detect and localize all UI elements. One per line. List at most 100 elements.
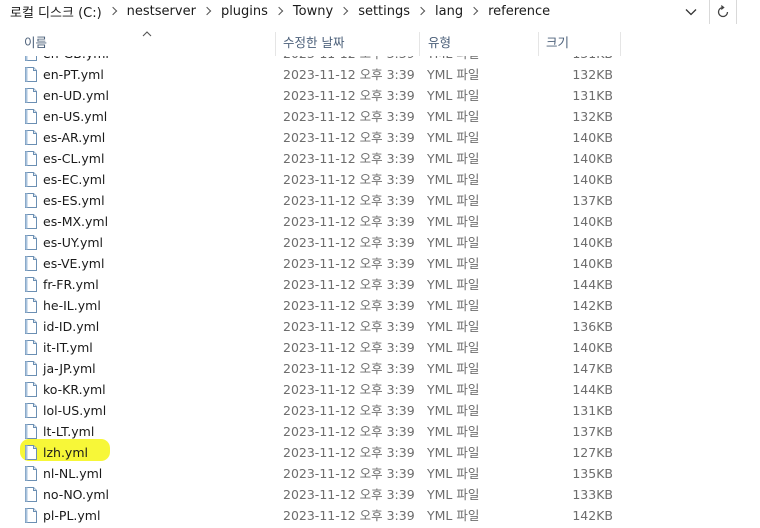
file-row[interactable]: en-UD.yml 2023-11-12 오후 3:39 YML 파일 131KB xyxy=(0,85,760,106)
document-icon xyxy=(24,67,38,82)
file-date-modified: 2023-11-12 오후 3:39 xyxy=(283,361,415,376)
document-icon xyxy=(24,298,38,313)
file-date-modified: 2023-11-12 오후 3:39 xyxy=(283,88,415,103)
file-name: en-PT.yml xyxy=(43,67,104,82)
breadcrumb-chevron-icon[interactable] xyxy=(417,6,427,16)
breadcrumb-chevron-icon[interactable] xyxy=(470,6,480,16)
breadcrumb-chevron-icon[interactable] xyxy=(340,6,350,16)
file-row[interactable]: es-EC.yml 2023-11-12 오후 3:39 YML 파일 140KB xyxy=(0,169,760,190)
file-row[interactable]: es-CL.yml 2023-11-12 오후 3:39 YML 파일 140KB xyxy=(0,148,760,169)
file-name: he-IL.yml xyxy=(43,298,101,313)
file-name: en-GB.yml xyxy=(43,56,109,64)
file-type: YML 파일 xyxy=(427,256,480,271)
file-name: it-IT.yml xyxy=(43,340,93,355)
file-row[interactable]: id-ID.yml 2023-11-12 오후 3:39 YML 파일 136KB xyxy=(0,316,760,337)
breadcrumb-chevron-icon[interactable] xyxy=(203,6,213,16)
file-row[interactable]: es-UY.yml 2023-11-12 오후 3:39 YML 파일 140KB xyxy=(0,232,760,253)
file-name: es-UY.yml xyxy=(43,235,103,250)
file-name: en-US.yml xyxy=(43,109,108,124)
file-row[interactable]: ja-JP.yml 2023-11-12 오후 3:39 YML 파일 147KB xyxy=(0,358,760,379)
file-row[interactable]: lol-US.yml 2023-11-12 오후 3:39 YML 파일 131KB xyxy=(0,400,760,421)
document-icon xyxy=(24,277,38,292)
file-date-modified: 2023-11-12 오후 3:39 xyxy=(283,67,415,82)
file-size: 144KB xyxy=(572,277,613,292)
file-size: 131KB xyxy=(540,56,613,64)
file-row[interactable]: es-AR.yml 2023-11-12 오후 3:39 YML 파일 140KB xyxy=(0,127,760,148)
breadcrumb-item[interactable]: lang xyxy=(433,4,465,19)
file-name: ko-KR.yml xyxy=(43,382,106,397)
file-date-modified: 2023-11-12 오후 3:39 xyxy=(283,466,415,481)
file-size: 140KB xyxy=(572,151,613,166)
file-row[interactable]: lt-LT.yml 2023-11-12 오후 3:39 YML 파일 137KB xyxy=(0,421,760,442)
file-date-modified: 2023-11-12 오후 3:39 xyxy=(283,172,415,187)
document-icon xyxy=(24,235,38,250)
file-row[interactable]: it-IT.yml 2023-11-12 오후 3:39 YML 파일 140KB xyxy=(0,337,760,358)
file-size: 136KB xyxy=(572,319,613,334)
breadcrumb-item[interactable]: plugins xyxy=(219,4,270,19)
file-row[interactable]: ko-KR.yml 2023-11-12 오후 3:39 YML 파일 144KB xyxy=(0,379,760,400)
file-type: YML 파일 xyxy=(427,109,480,124)
breadcrumb-item[interactable]: nestserver xyxy=(125,4,198,19)
file-type: YML 파일 xyxy=(427,214,480,229)
column-header-date[interactable]: 수정한 날짜 xyxy=(283,30,344,56)
document-icon xyxy=(24,319,38,334)
breadcrumb-item[interactable]: settings xyxy=(356,4,412,19)
search-box-edge[interactable] xyxy=(736,0,760,24)
file-name: en-UD.yml xyxy=(43,88,109,103)
refresh-button[interactable] xyxy=(709,0,736,24)
file-date-modified: 2023-11-12 오후 3:39 xyxy=(283,445,415,460)
column-header-type[interactable]: 유형 xyxy=(428,30,451,56)
address-bar[interactable]: 로컬 디스크 (C:) nestserver plugins Towny setting… xyxy=(0,0,760,24)
address-history-dropdown[interactable] xyxy=(681,2,701,22)
file-size: 142KB xyxy=(572,508,613,523)
file-row[interactable]: en-PT.yml 2023-11-12 오후 3:39 YML 파일 132KB xyxy=(0,64,760,85)
document-icon xyxy=(24,403,38,418)
document-icon xyxy=(24,56,38,61)
column-divider[interactable] xyxy=(620,32,621,56)
file-date-modified: 2023-11-12 오후 3:39 xyxy=(283,508,415,523)
file-row[interactable]: en-US.yml 2023-11-12 오후 3:39 YML 파일 132KB xyxy=(0,106,760,127)
file-date-modified: 2023-11-12 오후 3:39 xyxy=(283,340,415,355)
file-date-modified: 2023-11-12 오후 3:39 xyxy=(283,487,415,502)
file-row[interactable]: es-MX.yml 2023-11-12 오후 3:39 YML 파일 140KB xyxy=(0,211,760,232)
file-name: no-NO.yml xyxy=(43,487,110,502)
file-row[interactable]: en-GB.yml 2023-11-12 오후 3:39 YML 파일 131KB xyxy=(0,56,760,64)
column-divider[interactable] xyxy=(275,32,276,56)
file-row[interactable]: es-ES.yml 2023-11-12 오후 3:39 YML 파일 137KB xyxy=(0,190,760,211)
breadcrumb-item[interactable]: 로컬 디스크 (C:) xyxy=(8,2,104,21)
chevron-down-icon xyxy=(685,9,697,16)
sort-ascending-icon xyxy=(142,31,152,37)
file-name: lt-LT.yml xyxy=(43,424,95,439)
file-row[interactable]: es-VE.yml 2023-11-12 오후 3:39 YML 파일 140KB xyxy=(0,253,760,274)
file-name: es-CL.yml xyxy=(43,151,105,166)
file-list[interactable]: en-GB.yml2023-11-12 오후 3:39YML 파일131KBen… xyxy=(0,56,760,528)
file-date-modified: 2023-11-12 오후 3:39 xyxy=(283,151,415,166)
file-type: YML 파일 xyxy=(427,487,480,502)
file-row[interactable]: he-IL.yml 2023-11-12 오후 3:39 YML 파일 142KB xyxy=(0,295,760,316)
file-date-modified: 2023-11-12 오후 3:39 xyxy=(283,235,415,250)
column-header-name[interactable]: 이름 xyxy=(24,30,47,56)
file-type: YML 파일 xyxy=(427,319,480,334)
file-row[interactable]: lzh.yml 2023-11-12 오후 3:39 YML 파일 127KB xyxy=(0,442,760,463)
breadcrumb-chevron-icon[interactable] xyxy=(109,6,119,16)
file-row[interactable]: fr-FR.yml 2023-11-12 오후 3:39 YML 파일 144KB xyxy=(0,274,760,295)
file-row[interactable]: pl-PL.yml 2023-11-12 오후 3:39 YML 파일 142KB xyxy=(0,505,760,526)
document-icon xyxy=(24,487,38,502)
file-type: YML 파일 xyxy=(427,361,480,376)
file-type: YML 파일 xyxy=(427,151,480,166)
file-name: nl-NL.yml xyxy=(43,466,103,481)
file-row[interactable]: no-NO.yml 2023-11-12 오후 3:39 YML 파일 133KB xyxy=(0,484,760,505)
column-divider[interactable] xyxy=(419,32,420,56)
breadcrumb-item[interactable]: reference xyxy=(486,4,552,19)
column-divider[interactable] xyxy=(538,32,539,56)
breadcrumb-chevron-icon[interactable] xyxy=(275,6,285,16)
file-size: 140KB xyxy=(572,340,613,355)
file-name: lol-US.yml xyxy=(43,403,107,418)
file-type: YML 파일 xyxy=(427,130,480,145)
document-icon xyxy=(24,172,38,187)
file-row[interactable]: nl-NL.yml 2023-11-12 오후 3:39 YML 파일 135KB xyxy=(0,463,760,484)
document-icon xyxy=(24,445,38,460)
breadcrumb-item[interactable]: Towny xyxy=(291,4,335,19)
document-icon xyxy=(24,340,38,355)
column-header-size[interactable]: 크기 xyxy=(546,30,569,56)
